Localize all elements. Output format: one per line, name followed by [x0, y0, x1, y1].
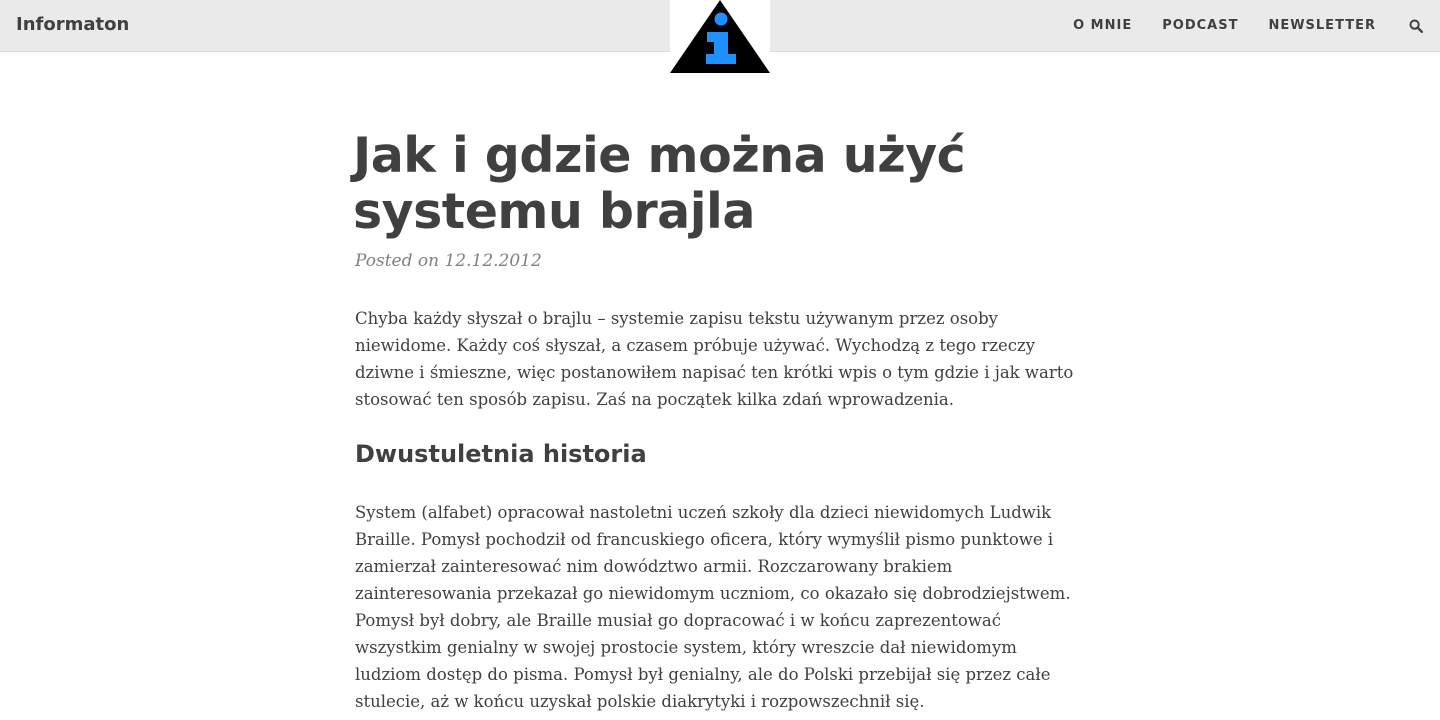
top-navbar: Informaton O MNIE PODCAST NEWSLETTER — [0, 0, 1440, 75]
site-logo[interactable] — [670, 0, 770, 75]
section-heading: Dwustuletnia historia — [355, 440, 647, 468]
post-meta: Posted on 12.12.2012 — [355, 251, 542, 271]
post-title: Jak i gdzie można użyć systemu brajla — [353, 127, 966, 240]
search-icon — [1409, 19, 1423, 33]
search-button[interactable] — [1404, 14, 1428, 38]
main-nav: O MNIE PODCAST NEWSLETTER — [1073, 0, 1440, 51]
nav-link-podcast[interactable]: PODCAST — [1162, 18, 1238, 33]
section-paragraph: System (alfabet) opracował nastoletni uc… — [355, 503, 1071, 711]
site-brand-link[interactable]: Informaton — [16, 14, 129, 35]
nav-link-o-mnie[interactable]: O MNIE — [1073, 18, 1132, 33]
info-triangle-logo-icon — [670, 0, 770, 73]
post-intro-paragraph: Chyba każdy słyszał o brajlu – systemie … — [355, 309, 1074, 409]
nav-link-newsletter[interactable]: NEWSLETTER — [1268, 18, 1376, 33]
